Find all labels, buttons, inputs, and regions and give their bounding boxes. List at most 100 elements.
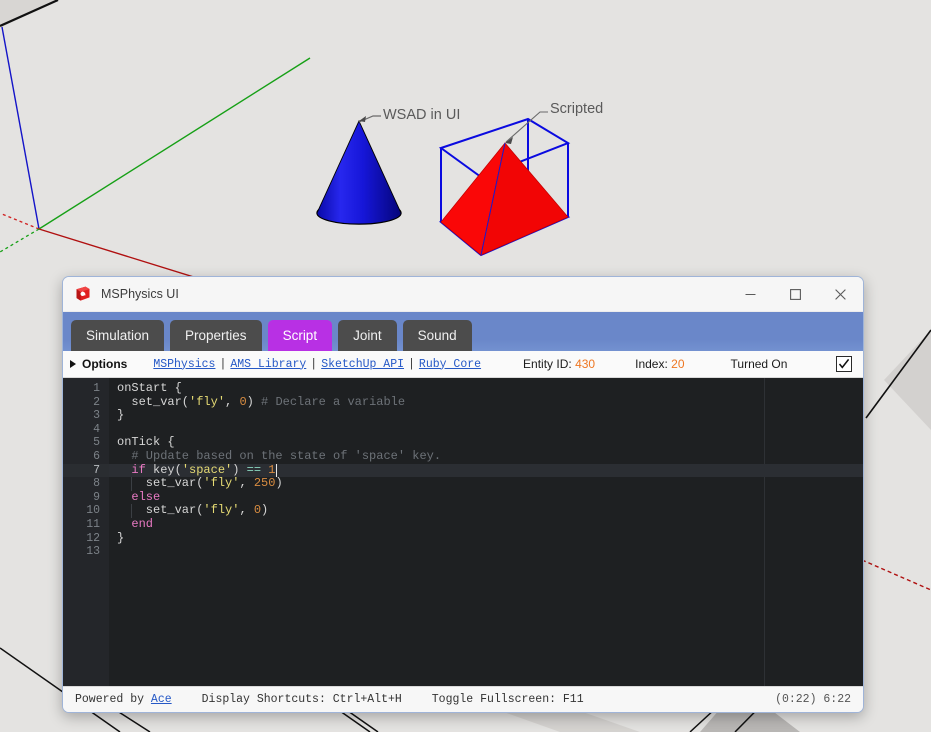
- code-token-num: 0: [239, 394, 247, 409]
- options-toggle[interactable]: Options: [70, 357, 127, 371]
- display-shortcuts-hint: Display Shortcuts: Ctrl+Alt+H: [201, 693, 402, 706]
- minimize-button[interactable]: [728, 278, 773, 311]
- gutter-line-number: 11: [86, 517, 100, 531]
- code-token-op: ==: [246, 462, 262, 477]
- gutter-line-number: 9: [93, 490, 100, 504]
- gutter-line-number: 13: [86, 545, 100, 559]
- code-token-kw: end: [131, 516, 154, 531]
- code-token-str: 'fly': [203, 503, 240, 518]
- code-line[interactable]: # Update based on the state of 'space' k…: [109, 448, 863, 464]
- scene-label-wsad: WSAD in UI: [383, 107, 461, 123]
- indent-guide: [131, 477, 133, 491]
- code-line[interactable]: }: [109, 408, 863, 423]
- code-token-plain: ): [275, 476, 283, 491]
- indent-guide: [131, 504, 133, 518]
- tab-properties[interactable]: Properties: [170, 320, 262, 351]
- window-titlebar[interactable]: MSPhysics UI: [63, 277, 863, 312]
- tab-joint[interactable]: Joint: [338, 320, 397, 351]
- code-line[interactable]: onTick {: [109, 436, 863, 450]
- turned-on-label: Turned On: [730, 357, 788, 371]
- code-line[interactable]: if key('space') == 1: [109, 462, 863, 478]
- tab-sound-label: Sound: [417, 327, 457, 343]
- editor-code-area[interactable]: onStart { set_var('fly', 0) # Declare a …: [109, 378, 863, 686]
- code-line[interactable]: [109, 545, 863, 559]
- entity-id-field: Entity ID: 430: [523, 357, 595, 371]
- gutter-line-number: 8: [93, 477, 100, 491]
- editor-lines[interactable]: onStart { set_var('fly', 0) # Declare a …: [109, 381, 863, 559]
- powered-by-prefix: Powered by: [75, 693, 145, 706]
- code-token-num: 1: [268, 462, 276, 477]
- tab-joint-label: Joint: [353, 327, 382, 343]
- ace-link[interactable]: Ace: [151, 693, 172, 706]
- code-token-plain: }: [117, 530, 125, 545]
- code-line[interactable]: else: [109, 490, 863, 505]
- code-token-str: 'fly': [203, 476, 240, 491]
- code-line[interactable]: [109, 423, 863, 437]
- code-token-plain: }: [117, 408, 125, 423]
- code-token-com: # Declare a variable: [261, 394, 406, 409]
- editor-gutter[interactable]: 1 2 3 4 5 6 7 8 9 10 11 12 13: [63, 378, 109, 686]
- code-line[interactable]: end: [109, 516, 863, 532]
- gutter-line-number: 5: [93, 436, 100, 450]
- tab-script-label: Script: [282, 327, 318, 343]
- gutter-line-number: 7: [63, 463, 109, 478]
- status-bar: Powered by Ace Display Shortcuts: Ctrl+A…: [63, 686, 863, 712]
- code-token-num: 250: [253, 476, 276, 491]
- script-code-editor[interactable]: 1 2 3 4 5 6 7 8 9 10 11 12 13 onStart { set_var('fly…: [63, 378, 863, 686]
- code-token-num: 0: [253, 503, 262, 518]
- options-bar: Options MSPhysics | AMS Library | SketchUp A…: [63, 351, 863, 378]
- link-ruby-core[interactable]: Ruby Core: [419, 358, 481, 371]
- close-button[interactable]: [818, 278, 863, 311]
- link-ams-library[interactable]: AMS Library: [230, 358, 306, 371]
- code-line[interactable]: set_var('fly', 0) # Declare a variable: [109, 394, 863, 410]
- code-token-str: 'fly': [189, 394, 226, 409]
- link-msphysics[interactable]: MSPhysics: [153, 358, 215, 371]
- msphysics-ui-window[interactable]: MSPhysics UI Simulation Properties Scrip…: [62, 276, 864, 713]
- code-token-plain: onStart {: [117, 381, 182, 395]
- code-token-plain: onTick {: [117, 435, 175, 450]
- index-field: Index: 20: [635, 357, 684, 371]
- code-line[interactable]: set_var('fly', 0): [109, 504, 863, 518]
- code-token-str: 'space': [181, 462, 233, 477]
- gutter-line-number: 4: [93, 422, 100, 436]
- code-token-plain: set_var(: [117, 503, 204, 518]
- code-line[interactable]: onStart {: [109, 381, 863, 396]
- doc-links: MSPhysics | AMS Library | SketchUp API | Ruby …: [153, 358, 481, 371]
- code-token-plain: set_var(: [117, 394, 190, 409]
- code-token-plain: ): [261, 503, 269, 518]
- checkmark-icon: [838, 358, 850, 369]
- code-token-kw: if: [131, 462, 146, 477]
- code-token-plain: key(: [145, 462, 182, 477]
- tab-script[interactable]: Script: [267, 320, 333, 351]
- chevron-right-icon: [70, 360, 76, 368]
- index-label: Index:: [635, 357, 668, 371]
- gutter-line-number: 12: [86, 531, 100, 545]
- gutter-line-number: 1: [93, 382, 100, 395]
- turned-on-checkbox[interactable]: [836, 356, 852, 372]
- window-title: MSPhysics UI: [101, 287, 179, 301]
- code-token-plain: ,: [239, 476, 254, 491]
- sketchup-logo-icon: [74, 285, 92, 303]
- code-line[interactable]: }: [109, 530, 863, 546]
- tab-simulation-label: Simulation: [86, 327, 150, 343]
- toggle-fullscreen-hint: Toggle Fullscreen: F11: [431, 693, 584, 706]
- code-line[interactable]: set_var('fly', 250): [109, 476, 863, 491]
- gutter-line-number: 3: [93, 409, 100, 423]
- tab-sound[interactable]: Sound: [402, 320, 472, 351]
- code-token-plain: ): [232, 462, 247, 477]
- code-token-plain: ,: [239, 503, 254, 518]
- options-label: Options: [82, 357, 128, 371]
- status-time: (0:22) 6:22: [775, 693, 851, 706]
- link-sep-2: |: [310, 357, 318, 371]
- scene-label-scripted: Scripted: [550, 101, 604, 117]
- maximize-button[interactable]: [773, 278, 818, 311]
- link-sep-3: |: [408, 357, 415, 371]
- tab-simulation[interactable]: Simulation: [71, 320, 165, 351]
- link-sep-1: |: [219, 357, 227, 371]
- powered-by: Powered by Ace: [75, 693, 172, 706]
- code-token-com: # Update based on the state of 'space' k…: [117, 448, 442, 463]
- link-sketchup-api[interactable]: SketchUp API: [321, 358, 404, 371]
